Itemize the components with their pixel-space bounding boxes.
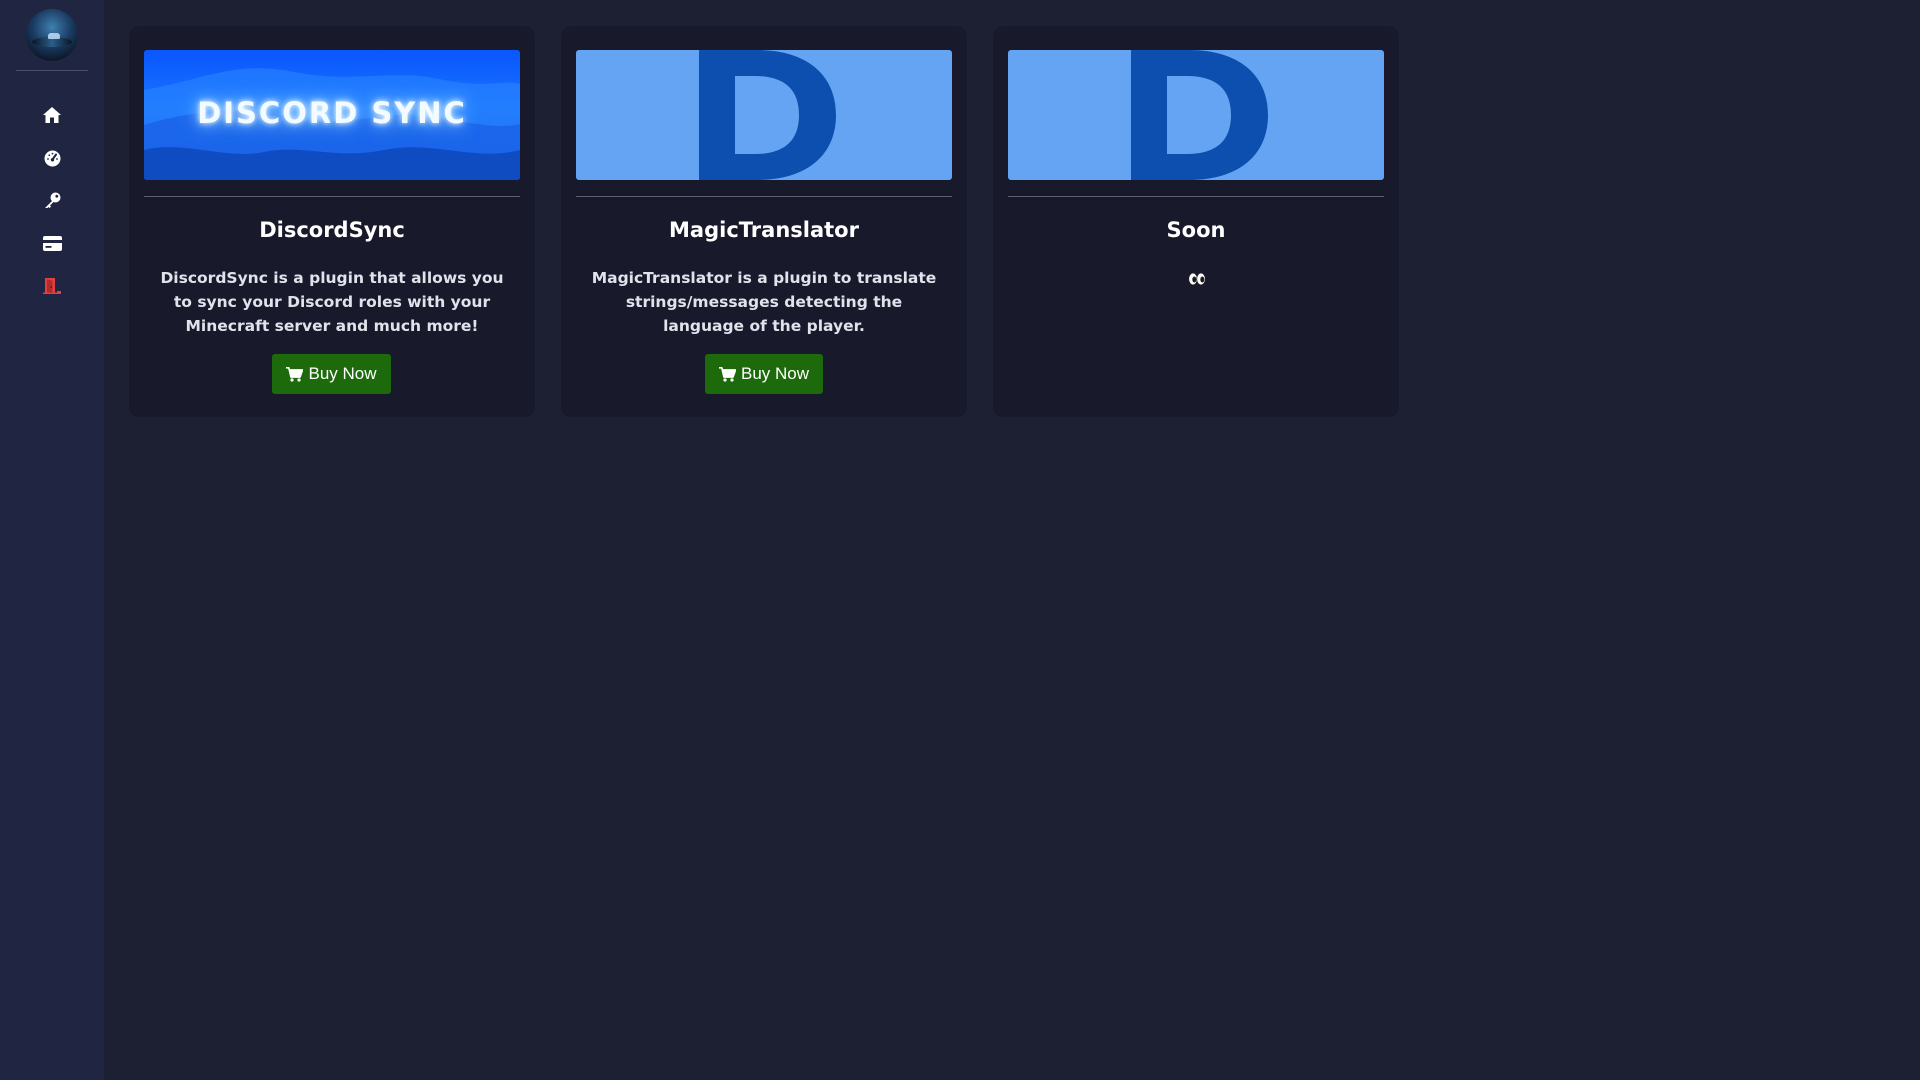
product-card-soon: Soon xyxy=(993,26,1399,417)
card-divider xyxy=(576,196,952,197)
cart-icon xyxy=(286,366,304,382)
eyes-icon xyxy=(1188,272,1206,286)
credit-card-icon xyxy=(42,235,62,251)
sidebar xyxy=(0,0,104,1080)
buy-now-button[interactable]: Buy Now xyxy=(272,354,391,394)
sidebar-item-keys[interactable] xyxy=(38,186,66,214)
sidebar-item-home[interactable] xyxy=(38,101,66,129)
sidebar-item-dashboard[interactable] xyxy=(38,144,66,172)
product-description: DiscordSync is a plugin that allows you … xyxy=(160,269,504,335)
sidebar-divider xyxy=(16,70,88,71)
logout-icon xyxy=(43,277,61,294)
buy-now-button[interactable]: Buy Now xyxy=(705,354,823,394)
card-divider xyxy=(1008,196,1384,197)
letter-d-logo xyxy=(1131,50,1268,180)
cart-icon xyxy=(718,366,736,382)
product-banner xyxy=(576,50,952,180)
card-divider xyxy=(144,196,520,197)
sidebar-item-billing[interactable] xyxy=(38,229,66,257)
letter-d-logo xyxy=(699,50,836,180)
product-banner: DISCORD SYNC xyxy=(144,50,520,180)
banner-title: DISCORD SYNC xyxy=(197,96,467,130)
buy-now-label: Buy Now xyxy=(308,364,377,383)
key-icon xyxy=(44,192,60,208)
product-title: Soon xyxy=(1166,218,1226,242)
product-title: DiscordSync xyxy=(259,218,405,242)
home-icon xyxy=(43,107,61,123)
avatar-car xyxy=(48,33,60,39)
product-banner xyxy=(1008,50,1384,180)
product-description: MagicTranslator is a plugin to translate… xyxy=(591,269,937,335)
product-title: MagicTranslator xyxy=(669,218,859,242)
product-card-discordsync: DISCORD SYNC DiscordSync DiscordSync is … xyxy=(129,26,535,417)
sidebar-item-logout[interactable] xyxy=(38,271,66,299)
buy-now-label: Buy Now xyxy=(740,364,810,383)
user-avatar[interactable] xyxy=(26,9,78,61)
product-card-magictranslator: MagicTranslator MagicTranslator is a plu… xyxy=(561,26,967,417)
dashboard-icon xyxy=(44,150,60,166)
